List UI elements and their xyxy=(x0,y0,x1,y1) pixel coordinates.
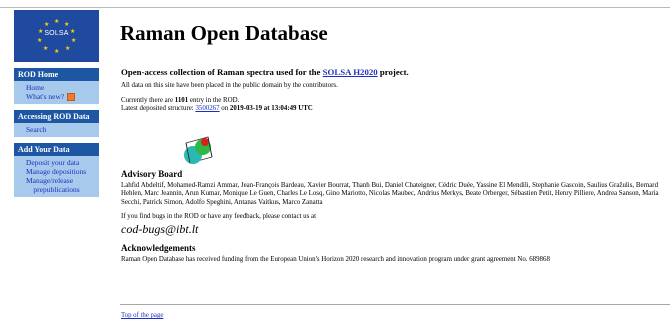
sidebar-body: Search xyxy=(14,123,99,137)
svg-text:★: ★ xyxy=(71,37,76,44)
acknowledgements-heading: Acknowledgements xyxy=(121,242,196,253)
svg-text:★: ★ xyxy=(65,45,70,52)
sidebar-item-home[interactable]: Home xyxy=(14,83,99,92)
svg-text:★: ★ xyxy=(44,21,49,28)
sidebar-heading: ROD Home xyxy=(14,68,99,81)
latest-date: 2019-03-19 at 13:04:49 UTC xyxy=(229,105,313,113)
contact-email[interactable]: cod-bugs@ibt.lt xyxy=(121,222,666,236)
svg-text:★: ★ xyxy=(64,21,69,28)
advisory-heading: Advisory Board xyxy=(121,168,183,179)
page: ★ ★ ★ ★ ★ ★ ★ ★ ★ ★ SOLSA ROD Home Home What's… xyxy=(0,0,670,321)
sidebar-section-add-data: Add Your Data Deposit your data Manage d… xyxy=(14,143,99,197)
bottom-divider xyxy=(120,304,670,305)
sidebar-item-whats-new[interactable]: What's new? xyxy=(14,92,99,102)
sidebar-heading: Add Your Data xyxy=(14,143,99,156)
entry-count: 1101 xyxy=(174,96,189,104)
solsa-link[interactable]: SOLSA H2020 xyxy=(323,67,378,77)
crystal-structure-icon[interactable] xyxy=(178,133,218,169)
sidebar-item-search[interactable]: Search xyxy=(14,125,99,134)
sidebar-section-rod-home: ROD Home Home What's new? xyxy=(14,68,99,105)
sidebar-item-prepublications[interactable]: prepublications xyxy=(14,185,99,194)
svg-text:★: ★ xyxy=(54,18,59,25)
solsa-logo[interactable]: ★ ★ ★ ★ ★ ★ ★ ★ ★ ★ SOLSA xyxy=(14,10,99,62)
new-badge-icon xyxy=(67,93,76,102)
acknowledgements-text: Raman Open Database has received funding… xyxy=(121,256,550,264)
sidebar-body: Deposit your data Manage depositions Man… xyxy=(14,156,99,197)
sidebar-item-manage-release[interactable]: Manage/release xyxy=(14,176,99,185)
sidebar-body: Home What's new? xyxy=(14,81,99,105)
count-text-end: entry in the ROD. xyxy=(188,96,240,104)
svg-text:★: ★ xyxy=(43,45,48,52)
subtitle-text-end: project. xyxy=(377,67,409,77)
latest-text: Latest deposited structure: xyxy=(121,105,196,113)
sidebar-item-deposit[interactable]: Deposit your data xyxy=(14,158,99,167)
top-of-page-link[interactable]: Top of the page xyxy=(121,312,163,319)
page-title: Raman Open Database xyxy=(120,21,328,45)
svg-text:★: ★ xyxy=(37,37,42,44)
svg-text:★: ★ xyxy=(54,48,59,55)
latest-structure-link[interactable]: 3500267 xyxy=(195,105,219,112)
public-domain-note: All data on this site have been placed i… xyxy=(121,82,338,90)
count-text: Currently there are xyxy=(121,96,175,104)
sidebar-item-manage-depositions[interactable]: Manage depositions xyxy=(14,167,99,176)
advisory-members: Lahfid Abdeltif, Mohamed-Ramzi Ammar, Je… xyxy=(121,182,659,206)
sidebar-heading: Accessing ROD Data xyxy=(14,110,99,123)
logo-text: SOLSA xyxy=(44,30,69,37)
bugs-text: If you find bugs in the ROD or have any … xyxy=(121,213,316,221)
sidebar-section-accessing: Accessing ROD Data Search xyxy=(14,110,99,137)
entry-count-line: Currently there are 1101 entry in the RO… xyxy=(121,97,666,105)
subtitle-text: Open-access collection of Raman spectra … xyxy=(121,67,323,77)
latest-on-text: on xyxy=(219,105,230,113)
top-divider xyxy=(0,7,670,8)
page-subtitle: Open-access collection of Raman spectra … xyxy=(121,67,666,77)
latest-structure-line: Latest deposited structure: 3500267 on 2… xyxy=(121,105,666,113)
sidebar-item-label: What's new? xyxy=(26,92,65,101)
